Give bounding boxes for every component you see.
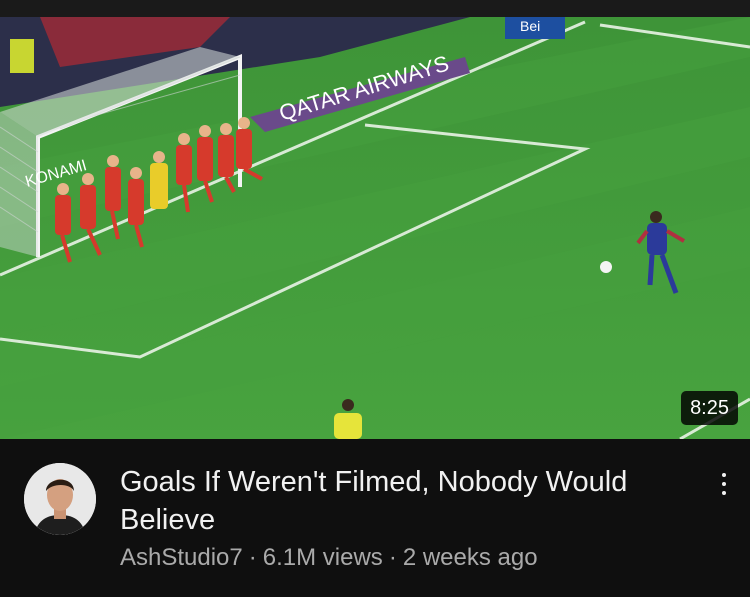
- video-metadata: AshStudio7 · 6.1M views · 2 weeks ago: [120, 543, 538, 573]
- more-options-button[interactable]: [710, 467, 738, 501]
- upload-age: 2 weeks ago: [402, 544, 538, 571]
- more-vert-icon-dot: [722, 491, 726, 495]
- view-count: 6.1M views: [262, 544, 383, 571]
- more-vert-icon: [722, 473, 726, 477]
- channel-avatar[interactable]: [24, 463, 96, 535]
- duration-badge: 8:25: [681, 391, 738, 425]
- thumbnail-image: QATAR AIRWAYS Bei KONAMI: [0, 17, 750, 439]
- avatar-icon: [24, 463, 96, 535]
- top-banner-text: Bei: [520, 18, 540, 34]
- video-title[interactable]: Goals If Weren't Filmed, Nobody Would Be…: [120, 463, 680, 539]
- separator: ·: [388, 544, 397, 571]
- separator: ·: [248, 544, 257, 571]
- channel-name[interactable]: AshStudio7: [120, 544, 243, 571]
- ball: [600, 261, 612, 273]
- more-vert-icon-dot: [722, 482, 726, 486]
- video-info: Goals If Weren't Filmed, Nobody Would Be…: [0, 439, 750, 597]
- video-thumbnail[interactable]: QATAR AIRWAYS Bei KONAMI 8:25: [0, 17, 750, 439]
- status-bar: [0, 0, 750, 17]
